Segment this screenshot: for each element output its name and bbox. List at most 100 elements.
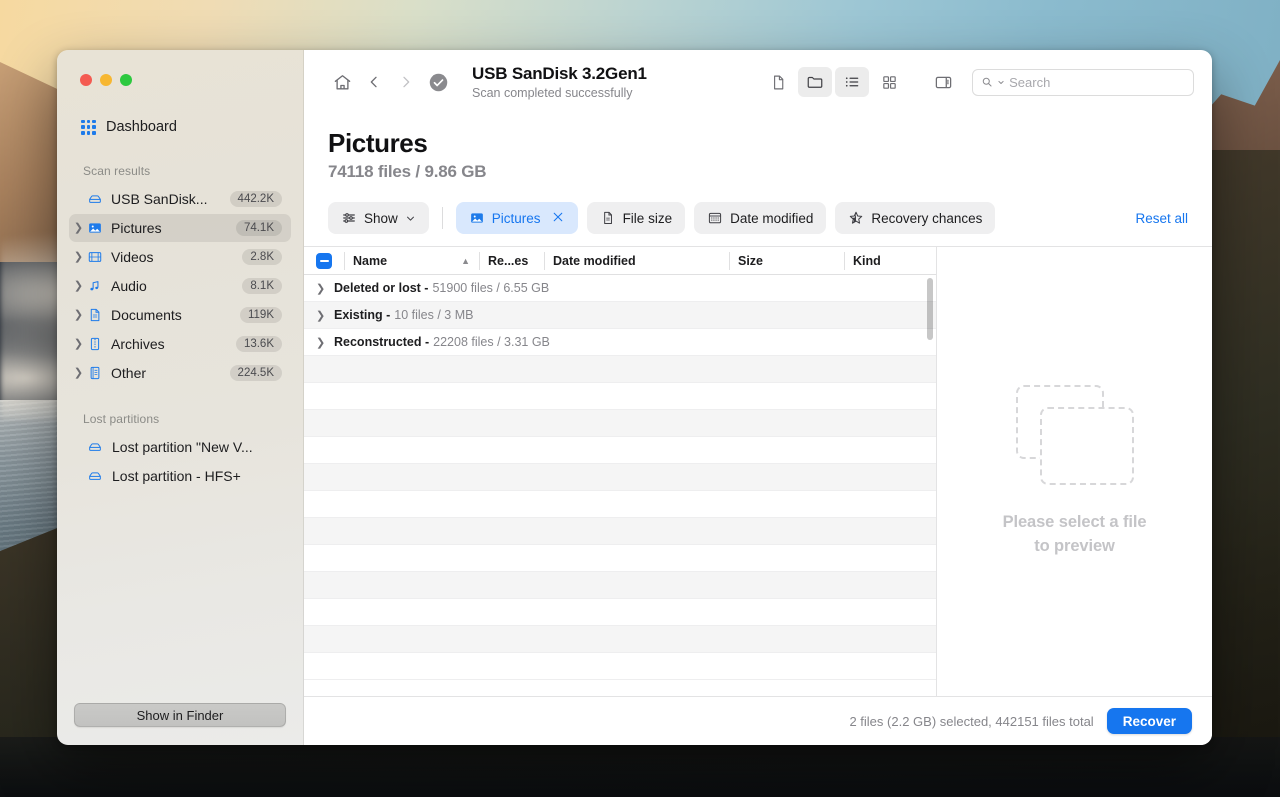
forward-button[interactable]	[390, 67, 422, 97]
sidebar-item-documents[interactable]: ❯ Documents 119K	[69, 301, 291, 329]
preview-placeholder-line1: Please select a file	[1002, 512, 1147, 531]
show-filter-button[interactable]: Show	[328, 202, 429, 234]
back-button[interactable]	[358, 67, 390, 97]
page-header: Pictures 74118 files / 9.86 GB	[304, 114, 1212, 182]
group-label: Deleted or lost -	[334, 281, 429, 295]
chevron-right-icon[interactable]: ❯	[72, 338, 85, 350]
chevron-right-icon[interactable]: ❯	[316, 309, 334, 322]
scan-status-check-circle-icon[interactable]	[422, 67, 454, 97]
column-label-size: Size	[738, 253, 764, 268]
zoom-button[interactable]	[120, 74, 132, 86]
videos-icon	[85, 249, 104, 265]
chevron-right-icon[interactable]: ❯	[72, 367, 85, 379]
list-view-icon[interactable]	[835, 67, 869, 97]
filter-chip-pictures[interactable]: Pictures	[455, 202, 578, 234]
page-title: Pictures	[328, 128, 428, 158]
traffic-lights	[57, 50, 303, 86]
chevron-right-icon[interactable]: ❯	[316, 282, 334, 295]
filter-chip-label: File size	[622, 210, 673, 226]
scan-results-list: ❯ USB SanDisk... 442.2K ❯ Pictures 74.1K ❯ Vide…	[57, 185, 303, 388]
filter-chip-date-modified[interactable]: Date modified	[694, 202, 827, 234]
grid-view-icon[interactable]	[872, 67, 906, 97]
drive-icon	[85, 468, 104, 484]
sidebar-item-label: Pictures	[111, 220, 162, 236]
dashboard-grid-icon	[81, 119, 96, 135]
chevron-down-icon	[998, 80, 1004, 84]
column-label-name: Name	[353, 253, 388, 268]
group-meta: 51900 files / 6.55 GB	[432, 281, 550, 295]
preview-placeholder-rect-front	[1039, 406, 1134, 485]
sidebar-item-archives[interactable]: ❯ Archives 13.6K	[69, 330, 291, 358]
sidebar-item-videos[interactable]: ❯ Videos 2.8K	[69, 243, 291, 271]
home-icon[interactable]	[326, 67, 358, 97]
show-in-finder-button[interactable]: Show in Finder	[74, 703, 286, 727]
table-group-row[interactable]: ❯ Existing -10 files / 3 MB	[304, 302, 936, 329]
column-header-recovery-chances[interactable]: Re...es	[479, 247, 544, 275]
column-label-recovery: Re...es	[488, 253, 529, 268]
pictures-icon	[85, 220, 104, 236]
sidebar-panel-icon[interactable]	[926, 67, 960, 97]
sidebar-item-label: Archives	[111, 336, 165, 352]
chevron-right-icon[interactable]: ❯	[316, 336, 334, 349]
other-icon	[85, 365, 104, 381]
toolbar-view-controls	[761, 67, 1194, 97]
device-subtitle: Scan completed successfully	[472, 86, 633, 100]
sidebar-item-lost-partition-2[interactable]: Lost partition - HFS+	[69, 462, 291, 490]
table-empty-row	[304, 653, 936, 680]
filter-chip-list: Pictures File size Date modified Recovery c…	[455, 202, 996, 234]
sidebar-item-pictures[interactable]: ❯ Pictures 74.1K	[69, 214, 291, 242]
sidebar-item-label: Documents	[111, 307, 182, 323]
chevron-right-icon[interactable]: ❯	[72, 309, 85, 321]
filter-chip-file-size[interactable]: File size	[586, 202, 686, 234]
table-empty-row	[304, 437, 936, 464]
documents-icon	[85, 307, 104, 323]
dashboard-label: Dashboard	[106, 119, 177, 135]
recover-button[interactable]: Recover	[1106, 708, 1192, 734]
column-label-date: Date modified	[553, 253, 636, 268]
table-vertical-scrollbar[interactable]	[927, 278, 933, 340]
pictures-icon	[469, 210, 485, 226]
show-filter-label: Show	[364, 210, 398, 226]
sidebar-item-count: 13.6K	[235, 336, 282, 352]
table-empty-row	[304, 464, 936, 491]
table-empty-row	[304, 572, 936, 599]
filter-chip-label: Pictures	[491, 210, 541, 226]
close-icon[interactable]	[551, 210, 565, 227]
minimize-button[interactable]	[100, 74, 112, 86]
file-view-icon[interactable]	[761, 67, 795, 97]
close-button[interactable]	[80, 74, 92, 86]
chevron-right-icon[interactable]: ❯	[72, 222, 85, 234]
sidebar-item-audio[interactable]: ❯ Audio 8.1K	[69, 272, 291, 300]
drive-icon	[85, 439, 104, 455]
filter-chip-label: Date modified	[730, 210, 814, 226]
sidebar-item-count: 119K	[239, 307, 282, 323]
select-all-checkbox[interactable]	[304, 247, 344, 275]
table-group-row[interactable]: ❯ Reconstructed -22208 files / 3.31 GB	[304, 329, 936, 356]
column-header-date-modified[interactable]: Date modified	[544, 247, 729, 275]
table-group-row[interactable]: ❯ Deleted or lost -51900 files / 6.55 GB	[304, 275, 936, 302]
status-bar: 2 files (2.2 GB) selected, 442151 files …	[304, 696, 1212, 745]
column-header-name[interactable]: Name ▲	[344, 247, 479, 275]
sidebar-item-lost-partition-1[interactable]: Lost partition "New V...	[69, 433, 291, 461]
sidebar-item-label: Other	[111, 365, 147, 381]
chevron-right-icon[interactable]: ❯	[72, 251, 85, 263]
sidebar-item-dashboard[interactable]: Dashboard	[69, 114, 291, 140]
table-empty-row	[304, 545, 936, 572]
search-input[interactable]	[1009, 74, 1185, 90]
filter-divider	[441, 207, 443, 229]
file-table: Name ▲ Re...es Date modified Size Kind ❯…	[304, 247, 937, 696]
column-header-size[interactable]: Size	[729, 247, 844, 275]
reset-all-button[interactable]: Reset all	[1135, 211, 1188, 226]
column-header-kind[interactable]: Kind	[844, 247, 936, 275]
sidebar-item-usb-sandisk[interactable]: ❯USB SanDisk...442.2K	[69, 185, 291, 213]
scan-results-heading: Scan results	[83, 164, 151, 178]
filter-chip-recovery-chances[interactable]: Recovery chances	[835, 202, 996, 234]
sidebar-item-label: Lost partition "New V...	[112, 439, 253, 455]
folder-view-icon[interactable]	[798, 67, 832, 97]
search-field[interactable]	[972, 68, 1194, 96]
sidebar: Dashboard Scan results ❯ USB SanDisk... 44…	[57, 50, 304, 745]
sidebar-item-label: Audio	[111, 278, 147, 294]
chevron-right-icon[interactable]: ❯	[72, 280, 85, 292]
sidebar-item-other[interactable]: ❯ Other 224.5K	[69, 359, 291, 387]
lost-partitions-list: Lost partition "New V... Lost partition -…	[57, 433, 303, 491]
